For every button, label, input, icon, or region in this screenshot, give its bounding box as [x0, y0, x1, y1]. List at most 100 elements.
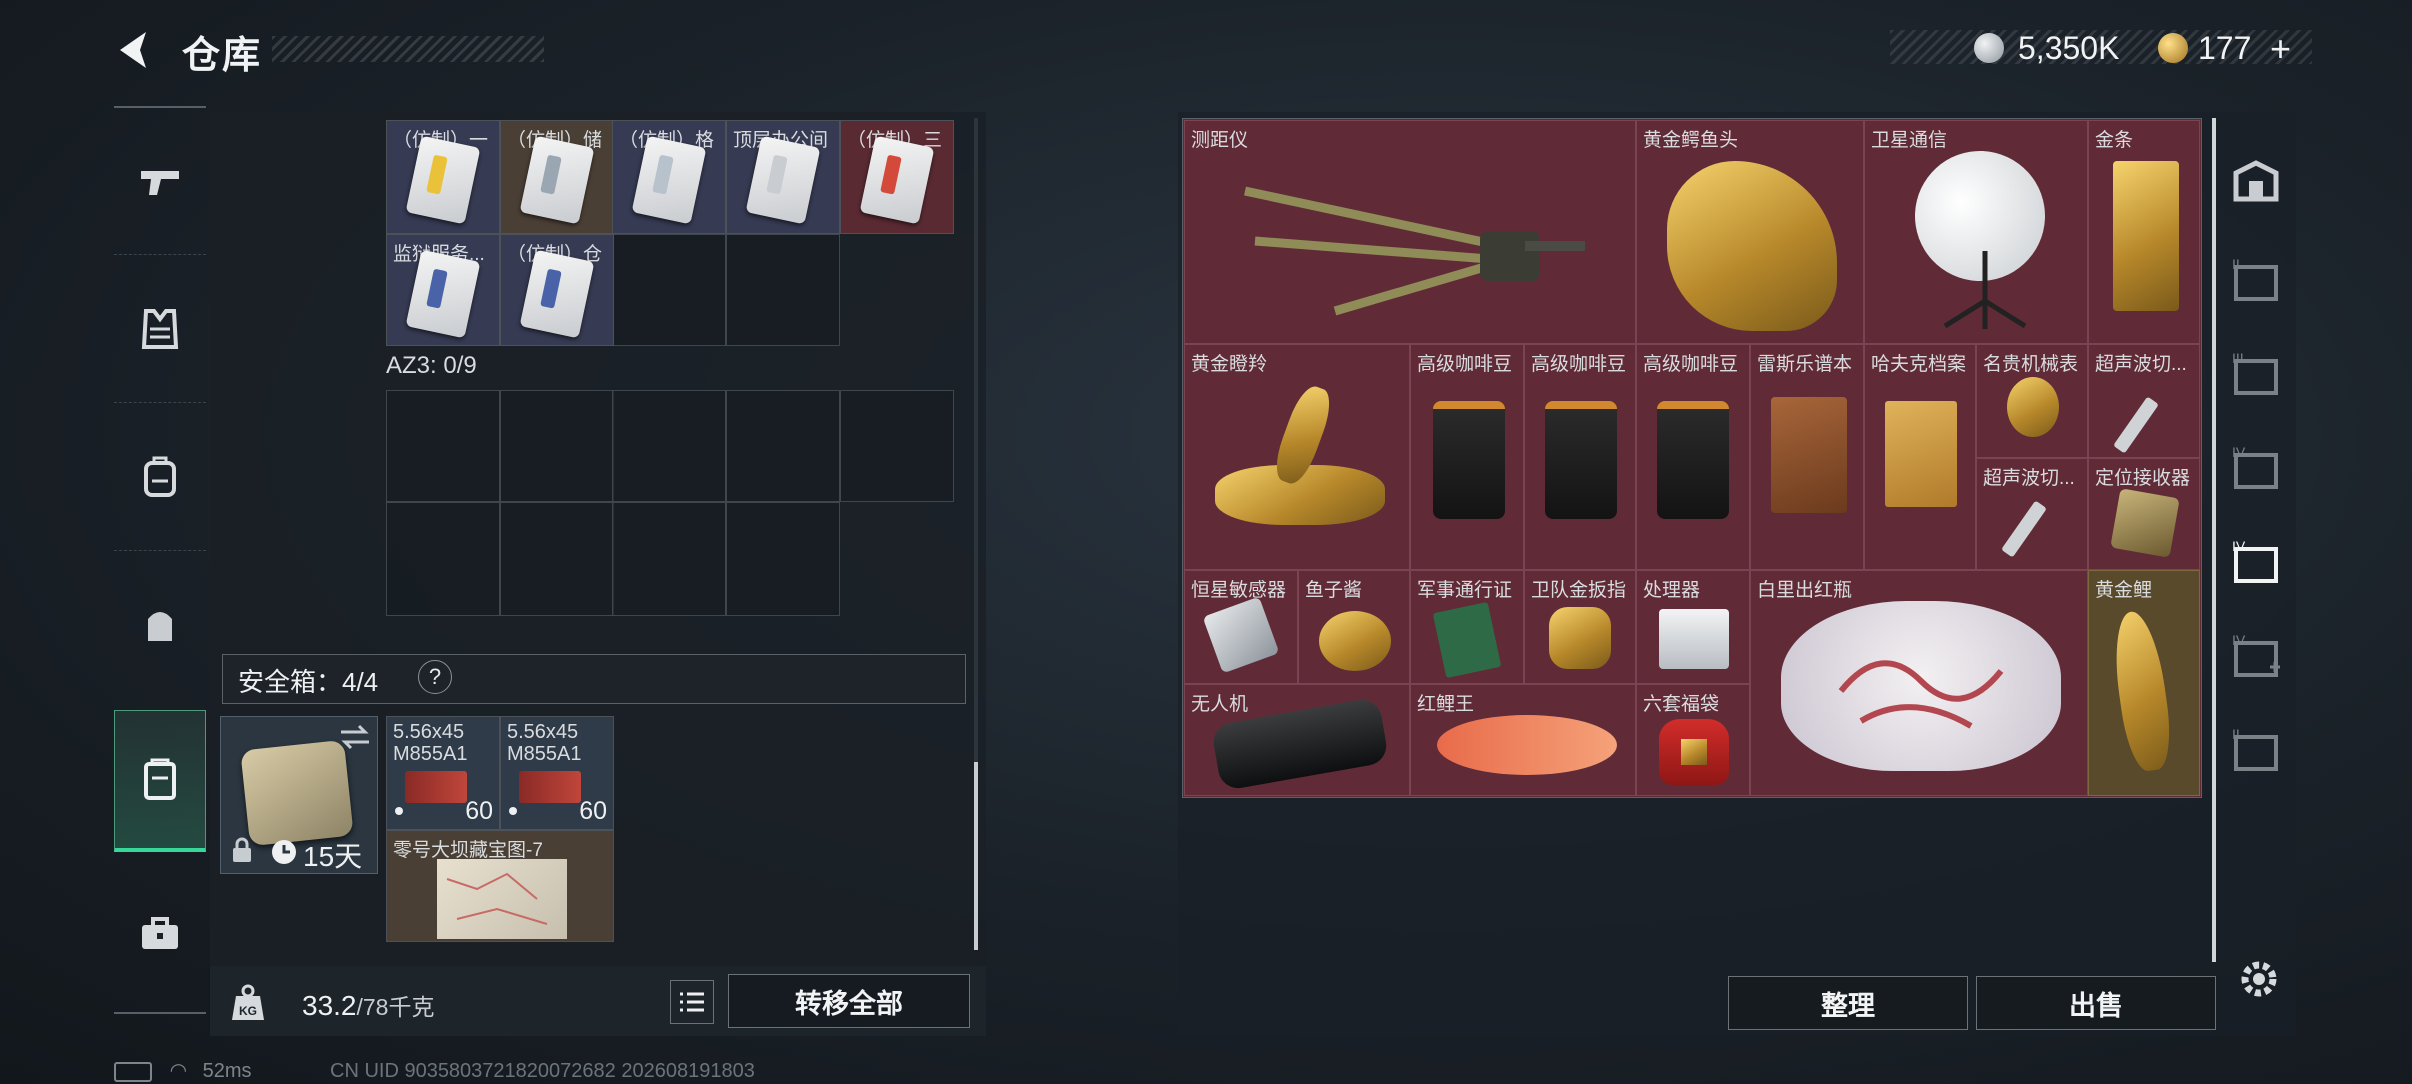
military-pass-item[interactable]: 军事通行证: [1410, 570, 1524, 684]
luxury-watch-item[interactable]: 名贵机械表: [1976, 344, 2088, 458]
safe-box-duration: 15天: [303, 841, 363, 872]
safe-box-slot[interactable]: 15天: [220, 716, 378, 874]
nav-toolbox[interactable]: [114, 860, 206, 1006]
svg-text:IV: IV: [2232, 445, 2246, 460]
satellite-comm-item[interactable]: 卫星通信: [1864, 120, 2088, 344]
battery-icon: [114, 1061, 152, 1082]
weight-value: 33.2/78千克: [302, 990, 435, 1021]
gold-bar-item[interactable]: 金条: [2088, 120, 2200, 344]
shelf-icon: II: [2232, 257, 2278, 301]
coffee-bean-item[interactable]: 高级咖啡豆: [1636, 344, 1750, 570]
guard-gold-ring-item[interactable]: 卫队金扳指: [1524, 570, 1636, 684]
coffee-bean-item[interactable]: 高级咖啡豆: [1410, 344, 1524, 570]
caviar-item[interactable]: 鱼子酱: [1298, 570, 1410, 684]
svg-text:IV: IV: [2232, 633, 2246, 648]
shelf-tab-2b[interactable]: II: [2222, 706, 2290, 796]
backpack-icon: [144, 456, 176, 497]
list-icon: [680, 992, 704, 1012]
empty-slot[interactable]: [386, 390, 500, 502]
help-button[interactable]: ?: [418, 660, 452, 694]
transfer-all-button[interactable]: 转移全部: [728, 974, 970, 1028]
coffee-bean-item[interactable]: 高级咖啡豆: [1524, 344, 1636, 570]
sell-button[interactable]: 出售: [1976, 976, 2216, 1030]
inventory-item[interactable]: （仿制）格: [612, 120, 726, 234]
page-title: 仓库: [182, 35, 263, 77]
gear-icon[interactable]: [2236, 956, 2282, 1002]
shelf-tab-3[interactable]: III: [2222, 330, 2290, 420]
nav-weapon[interactable]: [114, 108, 206, 254]
empty-slot[interactable]: [840, 390, 954, 502]
ammo-item[interactable]: 5.56x45 M855A1 60: [386, 716, 500, 830]
empty-slot[interactable]: [500, 390, 614, 502]
gold-coin-icon: [2158, 33, 2188, 63]
empty-slot[interactable]: [726, 502, 840, 616]
vault-tab[interactable]: [2222, 136, 2290, 226]
svg-text:KG: KG: [239, 1004, 257, 1018]
lucky-bag-item[interactable]: 六套福袋: [1636, 684, 1750, 796]
item-count: 60: [579, 797, 607, 825]
svg-text:II: II: [2232, 257, 2240, 272]
empty-slot[interactable]: [612, 502, 726, 616]
swap-icon: [341, 724, 369, 750]
ultrasonic-cutter-item[interactable]: 超声波切...: [2088, 344, 2200, 458]
inventory-item[interactable]: 监狱服务...: [386, 234, 500, 346]
item-count: 60: [465, 797, 493, 825]
shelf-tab-2[interactable]: II: [2222, 236, 2290, 326]
rig-icon: [148, 612, 172, 641]
ultrasonic-cutter-item[interactable]: 超声波切...: [1976, 458, 2088, 570]
shelf-nav-scroll[interactable]: [2212, 118, 2216, 962]
shelf-nav: II III IV IV IV II: [2222, 118, 2290, 962]
ammo-dot-icon: [395, 807, 403, 815]
gold-crocodile-head-item[interactable]: 黄金鳄鱼头: [1636, 120, 1864, 344]
nav-backpack[interactable]: [114, 404, 206, 550]
nav-safe-box[interactable]: [114, 710, 206, 852]
empty-slot[interactable]: [500, 502, 614, 616]
processor-item[interactable]: 处理器: [1636, 570, 1750, 684]
ammo-item[interactable]: 5.56x45 M855A1 60: [500, 716, 614, 830]
empty-slot[interactable]: [726, 390, 840, 502]
add-currency-button[interactable]: +: [2270, 28, 2291, 70]
gold-amount: 177: [2198, 30, 2252, 66]
red-carp-king-item[interactable]: 红鲤王: [1410, 684, 1636, 796]
back-arrow-icon[interactable]: [112, 26, 160, 74]
shelf-tab-4a[interactable]: IV: [2222, 424, 2290, 514]
sheet-music-item[interactable]: 雷斯乐谱本: [1750, 344, 1864, 570]
shelf-icon: IV: [2232, 539, 2278, 583]
empty-slot[interactable]: [386, 502, 500, 616]
inventory-item[interactable]: （仿制）储: [500, 120, 614, 234]
inventory-item[interactable]: （仿制）仓: [500, 234, 614, 346]
porcelain-vase-item[interactable]: 白里出红瓶: [1750, 570, 2088, 796]
gold-carp-item[interactable]: 黄金鲤: [2088, 570, 2200, 796]
lock-icon: [233, 837, 251, 862]
star-sensor-item[interactable]: 恒星敏感器: [1184, 570, 1298, 684]
map-image: [437, 859, 567, 939]
inventory-item[interactable]: 顶层办公间: [726, 120, 840, 234]
scrollbar-thumb[interactable]: [974, 762, 978, 950]
empty-slot[interactable]: [726, 234, 840, 346]
treasure-map-item[interactable]: 零号大坝藏宝图-7: [386, 830, 614, 942]
safe-box-image: [240, 739, 354, 847]
shelf-tab-4b-active[interactable]: IV: [2222, 518, 2290, 608]
inventory-item[interactable]: （仿制）一: [386, 120, 500, 234]
uid-text: CN UID 9035803721820072682 202608191803: [330, 1060, 755, 1082]
shelf-icon: II: [2232, 727, 2278, 771]
container-az3-label: AZ3: 0/9: [386, 352, 477, 379]
hafk-archive-item[interactable]: 哈夫克档案: [1864, 344, 1976, 570]
empty-slot[interactable]: [612, 390, 726, 502]
list-view-button[interactable]: [670, 980, 714, 1024]
rangefinder-item[interactable]: 测距仪: [1184, 120, 1636, 344]
inventory-item[interactable]: （仿制）三: [840, 120, 954, 234]
safe-box-icon: [144, 758, 176, 800]
nav-armor[interactable]: [114, 256, 206, 402]
gun-icon: [141, 171, 179, 195]
gold-gazelle-item[interactable]: 黄金瞪羚: [1184, 344, 1410, 570]
organize-button[interactable]: 整理: [1728, 976, 1968, 1030]
drone-item[interactable]: 无人机: [1184, 684, 1410, 796]
wifi-icon: ◠: [169, 1060, 188, 1082]
locator-receiver-item[interactable]: 定位接收器: [2088, 458, 2200, 570]
nav-chest-rig[interactable]: [114, 552, 206, 698]
shelf-icon: III: [2232, 351, 2278, 395]
empty-slot[interactable]: [612, 234, 726, 346]
shelf-tab-4-add[interactable]: IV: [2222, 612, 2290, 702]
title-decoration: [272, 36, 544, 62]
